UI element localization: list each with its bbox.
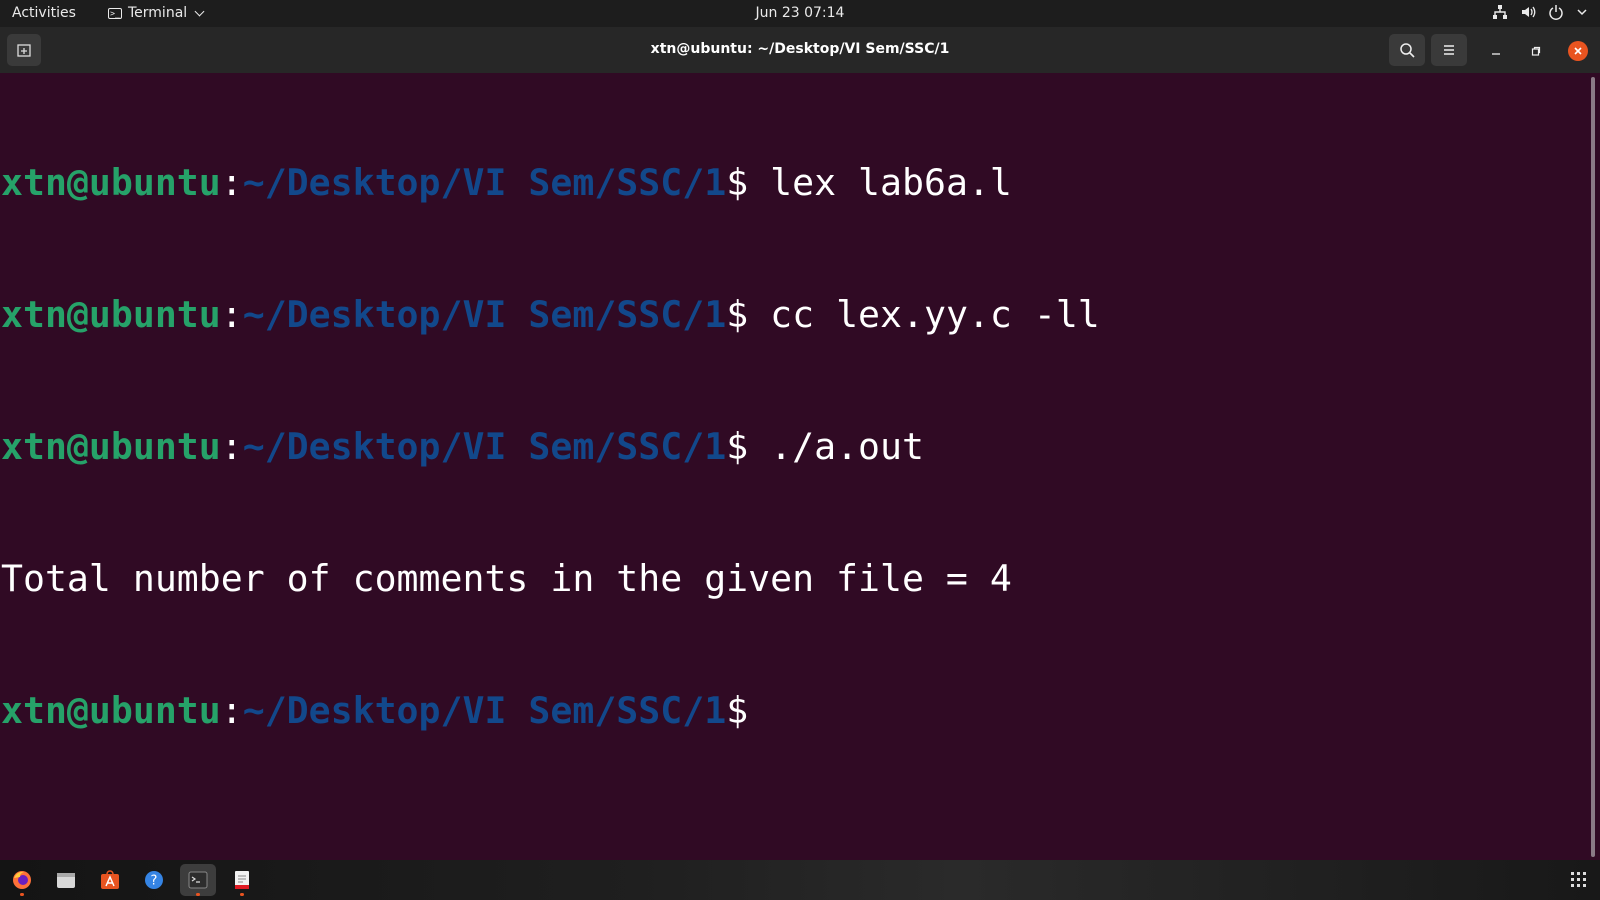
program-output: Total number of comments in the given fi… bbox=[1, 557, 1012, 600]
command-text: ./a.out bbox=[770, 425, 924, 468]
prompt-user-host: xtn@ubuntu bbox=[1, 293, 221, 336]
app-menu-label: Terminal bbox=[128, 5, 188, 21]
command-line: xtn@ubuntu:~/Desktop/VI Sem/SSC/1$ ./a.o… bbox=[1, 425, 924, 468]
prompt-user-host: xtn@ubuntu bbox=[1, 161, 221, 204]
network-icon bbox=[1492, 4, 1508, 20]
volume-icon bbox=[1520, 4, 1536, 20]
terminal-icon: >_ bbox=[108, 7, 122, 19]
chevron-down-icon bbox=[194, 6, 205, 16]
prompt-symbol: $ bbox=[726, 161, 749, 204]
chevron-down-icon bbox=[1576, 6, 1588, 18]
software-center-icon bbox=[101, 870, 119, 889]
prompt-symbol: $ bbox=[726, 689, 749, 732]
search-button[interactable] bbox=[1389, 34, 1425, 66]
hamburger-icon bbox=[1444, 45, 1454, 55]
scrollbar[interactable] bbox=[1590, 77, 1596, 857]
command-text: cc lex.yy.c -ll bbox=[770, 293, 1100, 336]
text-editor-launcher[interactable] bbox=[224, 864, 260, 896]
running-indicator bbox=[240, 893, 244, 896]
terminal-output[interactable]: xtn@ubuntu:~/Desktop/VI Sem/SSC/1$ lex l… bbox=[0, 73, 1586, 860]
window-header: xtn@ubuntu: ~/Desktop/VI Sem/SSC/1 bbox=[0, 27, 1600, 73]
minimize-icon bbox=[1492, 53, 1500, 55]
activities-button[interactable]: Activities bbox=[12, 5, 76, 21]
prompt-symbol: $ bbox=[726, 293, 749, 336]
menu-button[interactable] bbox=[1431, 34, 1467, 66]
clock[interactable]: Jun 23 07:14 bbox=[0, 5, 1600, 21]
power-icon bbox=[1548, 4, 1564, 20]
svg-text:?: ? bbox=[151, 874, 158, 889]
scrollbar-thumb[interactable] bbox=[1591, 77, 1595, 857]
files-icon bbox=[57, 873, 75, 888]
prompt-path: ~/Desktop/VI Sem/SSC/1 bbox=[242, 425, 727, 468]
terminal-icon bbox=[188, 871, 208, 889]
terminal-launcher[interactable] bbox=[180, 864, 216, 896]
prompt-user-host: xtn@ubuntu bbox=[1, 689, 221, 732]
show-applications-icon[interactable] bbox=[1571, 872, 1586, 887]
running-indicator bbox=[196, 893, 200, 896]
command-text: lex lab6a.l bbox=[770, 161, 1012, 204]
files-launcher[interactable] bbox=[48, 864, 84, 896]
new-tab-icon bbox=[17, 44, 31, 57]
minimize-button[interactable] bbox=[1486, 41, 1506, 61]
current-prompt[interactable]: xtn@ubuntu:~/Desktop/VI Sem/SSC/1$ bbox=[0, 689, 1586, 733]
search-icon bbox=[1400, 43, 1415, 58]
prompt-symbol: $ bbox=[726, 425, 749, 468]
new-tab-button[interactable] bbox=[7, 34, 41, 66]
window-title: xtn@ubuntu: ~/Desktop/VI Sem/SSC/1 bbox=[650, 41, 950, 57]
text-editor-icon bbox=[235, 871, 249, 889]
firefox-launcher[interactable] bbox=[4, 864, 40, 896]
prompt-path: ~/Desktop/VI Sem/SSC/1 bbox=[242, 161, 727, 204]
prompt-user-host: xtn@ubuntu bbox=[1, 425, 221, 468]
prompt-path: ~/Desktop/VI Sem/SSC/1 bbox=[242, 689, 727, 732]
restore-icon bbox=[1531, 46, 1541, 56]
close-icon bbox=[1574, 47, 1582, 55]
top-bar: Activities >_ Terminal Jun 23 07:14 bbox=[0, 0, 1600, 27]
maximize-button[interactable] bbox=[1526, 41, 1546, 61]
dock: ? bbox=[0, 860, 1600, 900]
help-launcher[interactable]: ? bbox=[136, 864, 172, 896]
command-line: xtn@ubuntu:~/Desktop/VI Sem/SSC/1$ lex l… bbox=[1, 161, 1012, 204]
running-indicator bbox=[20, 893, 24, 896]
help-icon: ? bbox=[145, 871, 163, 889]
prompt-path: ~/Desktop/VI Sem/SSC/1 bbox=[242, 293, 727, 336]
app-menu[interactable]: >_ Terminal bbox=[108, 5, 205, 21]
system-tray[interactable] bbox=[1492, 4, 1588, 20]
close-button[interactable] bbox=[1568, 41, 1588, 61]
firefox-icon bbox=[13, 871, 31, 889]
command-line: xtn@ubuntu:~/Desktop/VI Sem/SSC/1$ cc le… bbox=[1, 293, 1100, 336]
software-center-launcher[interactable] bbox=[92, 864, 128, 896]
